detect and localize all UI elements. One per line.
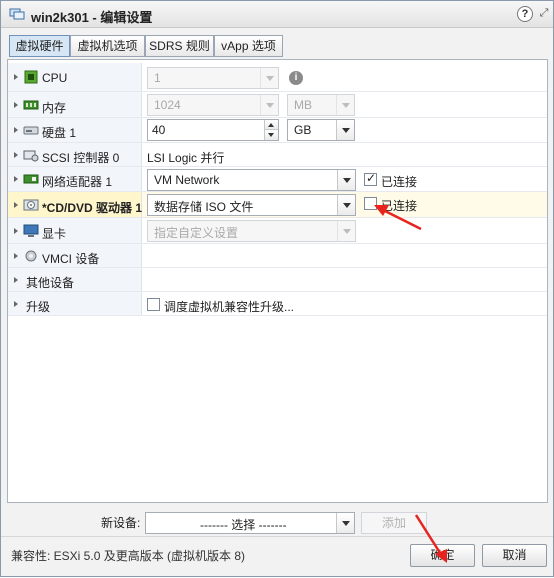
expand-arrow-icon[interactable] (14, 127, 18, 133)
device-name-scsi: SCSI 控制器 0 (42, 151, 120, 165)
ok-button[interactable]: 确定 (410, 544, 475, 567)
device-name-upgrade: 升级 (26, 300, 51, 314)
chevron-down-icon (336, 95, 354, 115)
dialog-title: win2k301 - 编辑设置 (31, 10, 153, 25)
chevron-down-icon (336, 120, 354, 140)
scsi-type-value: LSI Logic 并行 (147, 151, 225, 165)
expand-arrow-icon[interactable] (14, 301, 18, 307)
tab-virtual-hardware[interactable]: 虚拟硬件 (9, 35, 70, 57)
row-hard-disk: 硬盘 1 40 GB (8, 118, 547, 143)
chevron-down-icon (337, 195, 355, 215)
info-icon[interactable]: i (289, 71, 303, 85)
device-name-cd-dvd: *CD/DVD 驱动器 1 (42, 201, 143, 215)
compatibility-text: 兼容性: ESXi 5.0 及更高版本 (虚拟机版本 8) (11, 549, 246, 563)
row-upgrade: 升级 调度虚拟机兼容性升级... (8, 292, 547, 316)
chevron-down-icon (260, 95, 278, 115)
chevron-down-icon (260, 68, 278, 88)
video-settings-select[interactable]: 指定自定义设置 (147, 220, 356, 242)
footer-divider (1, 536, 553, 537)
memory-icon (23, 100, 39, 110)
add-device-button[interactable]: 添加 (361, 512, 427, 534)
device-name-video: 显卡 (42, 227, 67, 241)
device-name-cpu: CPU (42, 71, 68, 85)
expand-arrow-icon[interactable] (14, 152, 18, 158)
expand-arrow-icon[interactable] (14, 228, 18, 234)
cpu-count-select[interactable]: 1 (147, 67, 279, 89)
spin-up-icon[interactable] (265, 120, 278, 130)
row-memory: 内存 1024 MB (8, 92, 547, 118)
network-connected-checkbox[interactable] (364, 171, 377, 186)
cd-dvd-source-select[interactable]: 数据存储 ISO 文件 (147, 194, 356, 216)
row-video-card: 显卡 指定自定义设置 (8, 218, 547, 244)
chevron-down-icon (336, 513, 354, 533)
new-device-select[interactable]: ------- 选择 ------- (145, 512, 355, 534)
tab-vapp-options[interactable]: vApp 选项 (214, 35, 283, 57)
row-scsi-controller: SCSI 控制器 0 LSI Logic 并行 (8, 143, 547, 167)
expand-arrow-icon[interactable] (14, 202, 18, 208)
scsi-controller-icon (23, 150, 39, 162)
expand-icon[interactable]: ⤢ (537, 6, 551, 20)
device-name-other: 其他设备 (26, 276, 75, 290)
hardware-panel: CPU 1 i 内存 1024 MB 硬盘 1 40 GB SCSI 控制器 0… (7, 59, 548, 503)
new-device-label: 新设备: (101, 516, 141, 530)
memory-size-select[interactable]: 1024 (147, 94, 279, 116)
row-other-devices: 其他设备 (8, 268, 547, 292)
row-vmci-device: VMCI 设备 (8, 244, 547, 268)
cd-dvd-connected-checkbox[interactable] (364, 197, 377, 210)
network-connected-label: 已连接 (381, 175, 418, 189)
device-name-network: 网络适配器 1 (42, 175, 113, 189)
row-cd-dvd-drive: *CD/DVD 驱动器 1 数据存储 ISO 文件 已连接 (8, 192, 547, 218)
chevron-down-icon (337, 221, 355, 241)
tab-sdrs-rules[interactable]: SDRS 规则 (145, 35, 214, 57)
expand-arrow-icon[interactable] (14, 102, 18, 108)
edit-settings-dialog: win2k301 - 编辑设置 ? ⤢ 虚拟硬件 虚拟机选项 SDRS 规则 v… (0, 0, 554, 577)
cd-dvd-icon (23, 199, 39, 211)
network-adapter-icon (23, 174, 39, 184)
cpu-icon (24, 70, 38, 84)
spin-down-icon[interactable] (265, 130, 278, 140)
vmci-icon (25, 250, 37, 262)
disk-size-stepper[interactable]: 40 (147, 119, 279, 141)
hard-disk-icon (23, 126, 39, 135)
vm-icon (9, 8, 25, 20)
expand-arrow-icon[interactable] (14, 277, 18, 283)
schedule-upgrade-checkbox[interactable] (147, 298, 160, 311)
title-bar: win2k301 - 编辑设置 ? ⤢ (1, 1, 553, 28)
expand-arrow-icon[interactable] (14, 176, 18, 182)
network-select[interactable]: VM Network (147, 169, 356, 191)
device-name-memory: 内存 (42, 101, 67, 115)
disk-unit-select[interactable]: GB (287, 119, 355, 141)
device-name-vmci: VMCI 设备 (42, 252, 100, 266)
cancel-button[interactable]: 取消 (482, 544, 547, 567)
schedule-upgrade-label: 调度虚拟机兼容性升级... (164, 300, 295, 314)
expand-arrow-icon[interactable] (14, 253, 18, 259)
help-button[interactable]: ? (517, 6, 533, 22)
device-name-hard-disk: 硬盘 1 (42, 126, 77, 140)
memory-unit-select[interactable]: MB (287, 94, 355, 116)
row-network-adapter: 网络适配器 1 VM Network 已连接 (8, 167, 547, 192)
cd-dvd-connected-label: 已连接 (381, 199, 418, 213)
chevron-down-icon (337, 170, 355, 190)
display-icon (23, 224, 39, 237)
expand-arrow-icon[interactable] (14, 74, 18, 80)
tab-vm-options[interactable]: 虚拟机选项 (70, 35, 145, 57)
row-cpu: CPU 1 i (8, 63, 547, 92)
